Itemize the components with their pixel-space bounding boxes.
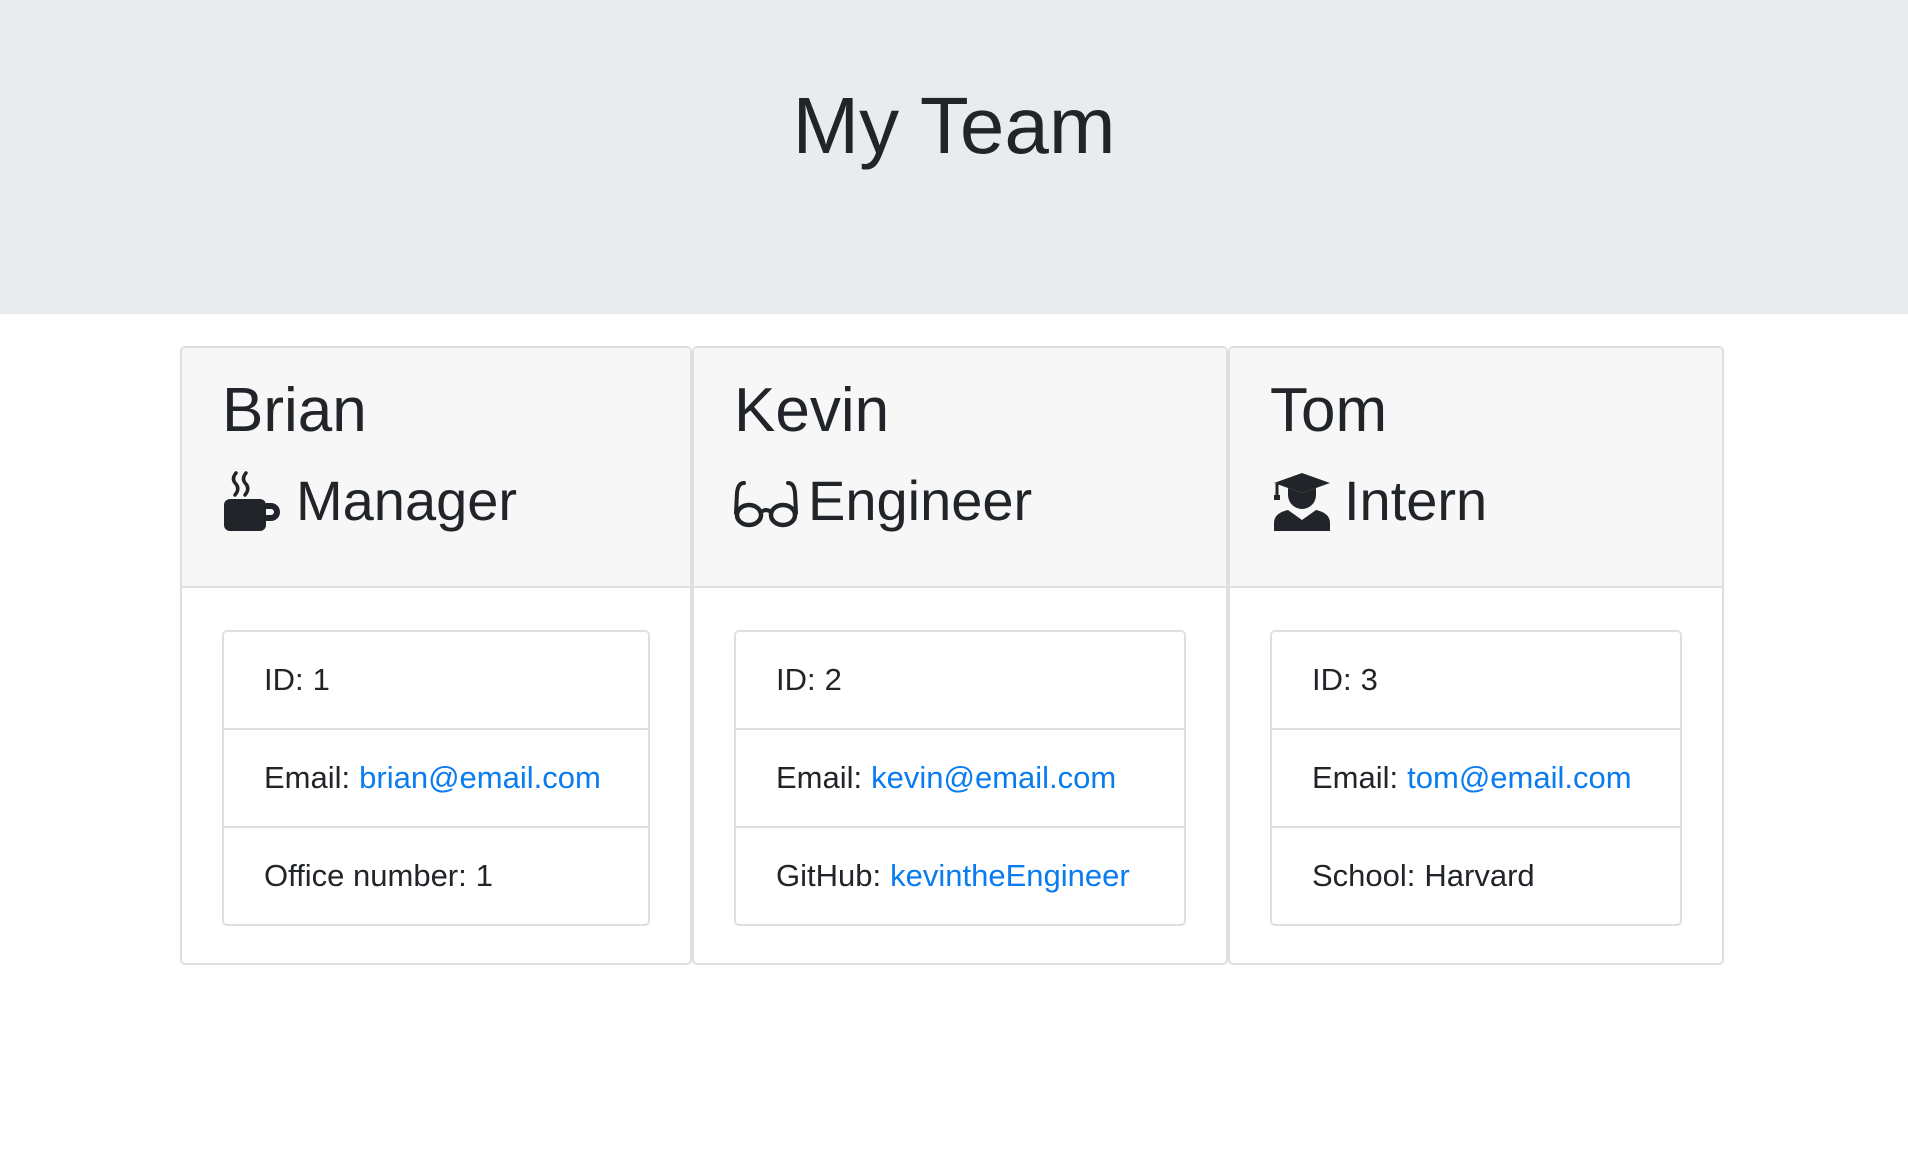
list-item-email: Email: tom@email.com xyxy=(1272,730,1680,828)
employee-card-manager: Brian Manager ID: 1 Email: brian@email.c… xyxy=(180,346,692,965)
email-link[interactable]: kevin@email.com xyxy=(871,760,1116,796)
office-value: 1 xyxy=(475,858,493,893)
info-list: ID: 1 Email: brian@email.com Office numb… xyxy=(222,630,650,926)
office-label: Office number: xyxy=(264,858,467,893)
list-item-id: ID: 3 xyxy=(1272,632,1680,730)
employee-role: Intern xyxy=(1270,466,1487,536)
role-label: Manager xyxy=(296,469,518,532)
list-item-github: GitHub: kevintheEngineer xyxy=(736,828,1184,924)
email-label: Email: xyxy=(1312,760,1399,795)
coffee-mug-icon xyxy=(222,469,286,533)
role-label: Engineer xyxy=(808,469,1033,532)
id-label: ID: xyxy=(264,662,304,697)
email-link[interactable]: tom@email.com xyxy=(1407,760,1631,796)
employee-card-intern: Tom Intern ID: 3 Email: tom@email.com Sc… xyxy=(1228,346,1724,965)
email-link[interactable]: brian@email.com xyxy=(359,760,601,796)
id-label: ID: xyxy=(1312,662,1352,697)
list-item-email: Email: kevin@email.com xyxy=(736,730,1184,828)
github-link[interactable]: kevintheEngineer xyxy=(890,858,1130,894)
jumbotron-header: My Team xyxy=(0,0,1908,314)
list-item-id: ID: 1 xyxy=(224,632,648,730)
employee-role: Engineer xyxy=(734,466,1032,536)
list-item-school: School: Harvard xyxy=(1272,828,1680,924)
list-item-email: Email: brian@email.com xyxy=(224,730,648,828)
list-item-office: Office number: 1 xyxy=(224,828,648,924)
id-value: 2 xyxy=(824,662,842,697)
employee-card-engineer: Kevin Engineer ID: 2 Email: kevin@email.… xyxy=(692,346,1228,965)
id-value: 3 xyxy=(1360,662,1378,697)
id-label: ID: xyxy=(776,662,816,697)
email-label: Email: xyxy=(776,760,863,795)
page-title: My Team xyxy=(792,81,1116,170)
employee-name: Tom xyxy=(1270,376,1388,445)
github-label: GitHub: xyxy=(776,858,882,893)
school-value: Harvard xyxy=(1424,858,1535,893)
employee-name: Brian xyxy=(222,376,367,445)
id-value: 1 xyxy=(312,662,330,697)
list-item-id: ID: 2 xyxy=(736,632,1184,730)
info-list: ID: 2 Email: kevin@email.com GitHub: kev… xyxy=(734,630,1186,926)
card-header: Brian Manager xyxy=(182,348,690,588)
school-label: School: xyxy=(1312,858,1416,893)
employee-role: Manager xyxy=(222,466,517,536)
card-header: Kevin Engineer xyxy=(694,348,1226,588)
graduate-icon xyxy=(1270,469,1334,533)
card-header: Tom Intern xyxy=(1230,348,1722,588)
role-label: Intern xyxy=(1344,469,1488,532)
employee-name: Kevin xyxy=(734,376,890,445)
glasses-icon xyxy=(734,469,798,533)
info-list: ID: 3 Email: tom@email.com School: Harva… xyxy=(1270,630,1682,926)
email-label: Email: xyxy=(264,760,351,795)
